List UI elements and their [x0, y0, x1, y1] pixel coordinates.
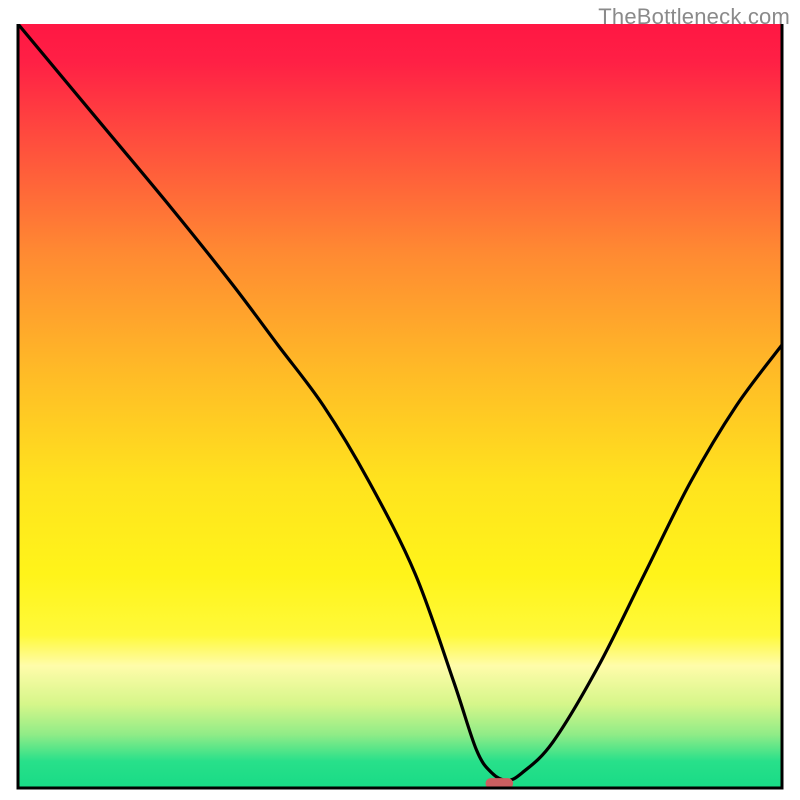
bottleneck-chart-svg	[0, 0, 800, 800]
gradient-background	[18, 24, 782, 788]
chart-stage: TheBottleneck.com	[0, 0, 800, 800]
attribution-text: TheBottleneck.com	[598, 4, 790, 30]
